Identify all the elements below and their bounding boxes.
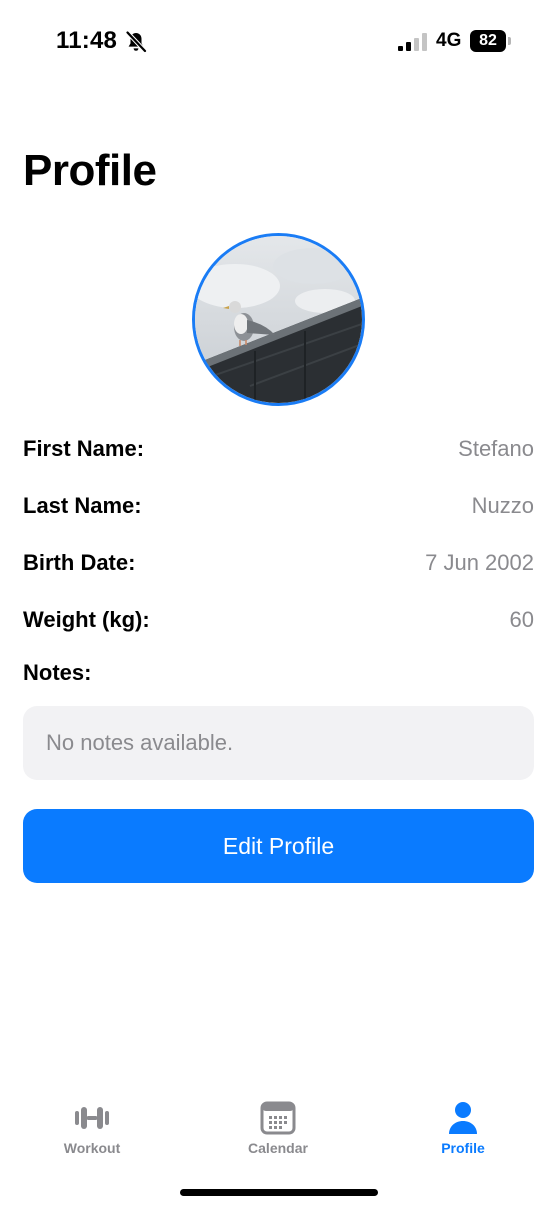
page-title: Profile (23, 146, 157, 195)
person-icon (449, 1102, 477, 1134)
notes-label: Notes: (23, 660, 92, 685)
bell-slash-icon (125, 31, 147, 53)
tab-profile-label: Profile (441, 1140, 485, 1156)
weight-row: Weight (kg): 60 (23, 603, 534, 637)
first-name-value: Stefano (458, 436, 534, 461)
battery-icon: 82 (470, 30, 512, 52)
dumbbell-icon (75, 1107, 109, 1129)
first-name-row: First Name: Stefano (23, 432, 534, 466)
avatar (192, 233, 365, 406)
calendar-icon (260, 1101, 296, 1135)
status-time: 11:48 (56, 27, 118, 54)
weight-value: 60 (509, 607, 534, 632)
weight-label: Weight (kg): (23, 607, 150, 632)
last-name-label: Last Name: (23, 493, 142, 518)
profile-screen: 11:48 4G 82 Profile First Name: Stefano … (0, 0, 558, 1208)
status-bar: 11:48 4G 82 (0, 0, 558, 84)
tab-workout[interactable]: Workout (22, 1090, 162, 1170)
birth-date-label: Birth Date: (23, 550, 136, 575)
edit-profile-button[interactable]: Edit Profile (23, 809, 534, 883)
tab-profile[interactable]: Profile (393, 1090, 533, 1170)
notes-box: No notes available. (23, 706, 534, 780)
battery-cap (508, 37, 511, 45)
tab-bar: Workout Calendar Profile (0, 1090, 558, 1170)
battery-level: 82 (470, 30, 506, 52)
last-name-row: Last Name: Nuzzo (23, 489, 534, 523)
tab-calendar[interactable]: Calendar (208, 1090, 348, 1170)
birth-date-row: Birth Date: 7 Jun 2002 (23, 546, 534, 580)
network-type: 4G (436, 30, 462, 51)
tab-workout-label: Workout (63, 1140, 121, 1156)
seagull-photo (195, 236, 362, 403)
home-indicator (180, 1189, 378, 1196)
tab-calendar-label: Calendar (248, 1140, 308, 1156)
cellular-signal-icon (398, 33, 427, 51)
first-name-label: First Name: (23, 436, 145, 461)
last-name-value: Nuzzo (471, 493, 534, 518)
birth-date-value: 7 Jun 2002 (425, 550, 534, 575)
